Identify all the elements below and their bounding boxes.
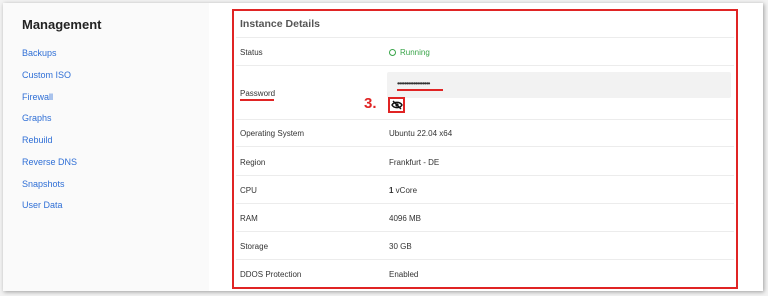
management-sidebar: Management Backups Custom ISO Firewall G… [3, 3, 209, 291]
password-value-underline [397, 89, 443, 91]
storage-value: 30 GB [389, 242, 412, 251]
running-ring-icon [389, 49, 396, 56]
cpu-label: CPU [240, 186, 257, 195]
divider [236, 203, 734, 204]
cpu-unit: vCore [393, 186, 418, 195]
status-label: Status [240, 48, 263, 57]
status-text: Running [400, 48, 430, 57]
status-value: Running [389, 48, 430, 57]
divider [236, 119, 734, 120]
sidebar-item-graphs[interactable]: Graphs [22, 113, 52, 123]
divider [236, 259, 734, 260]
screenshot-frame: Management Backups Custom ISO Firewall G… [3, 3, 763, 291]
sidebar-item-reverse-dns[interactable]: Reverse DNS [22, 157, 77, 167]
os-label: Operating System [240, 129, 305, 138]
divider [236, 175, 734, 176]
divider [236, 146, 734, 147]
password-value: •••••••••••••••••• [397, 79, 430, 88]
divider [236, 231, 734, 232]
ddos-value: Enabled [389, 270, 419, 279]
storage-label: Storage [240, 242, 269, 251]
instance-details-panel: Instance Details Status Running Password… [209, 3, 763, 291]
highlight-box [232, 9, 738, 289]
password-field[interactable]: •••••••••••••••••• [387, 72, 731, 98]
sidebar-item-snapshots[interactable]: Snapshots [22, 179, 65, 189]
ram-label: RAM [240, 214, 258, 223]
ddos-label: DDOS Protection [240, 270, 302, 279]
os-value: Ubuntu 22.04 x64 [389, 129, 453, 138]
divider [236, 37, 734, 38]
sidebar-item-rebuild[interactable]: Rebuild [22, 135, 53, 145]
step-number: 3. [364, 95, 377, 112]
sidebar-item-custom-iso[interactable]: Custom ISO [22, 70, 71, 80]
ram-value: 4096 MB [389, 214, 422, 223]
region-value: Frankfurt - DE [389, 158, 440, 167]
cpu-value: 1 vCore [389, 186, 417, 195]
eye-slash-icon [390, 100, 403, 110]
sidebar-item-firewall[interactable]: Firewall [22, 92, 53, 102]
sidebar-item-user-data[interactable]: User Data [22, 200, 63, 210]
region-label: Region [240, 158, 266, 167]
password-label: Password [240, 89, 276, 98]
panel-title: Instance Details [240, 18, 320, 30]
password-label-underline [240, 99, 274, 101]
show-password-button[interactable] [388, 97, 405, 113]
sidebar-item-backups[interactable]: Backups [22, 48, 57, 58]
divider [236, 65, 734, 66]
sidebar-title: Management [22, 17, 102, 32]
